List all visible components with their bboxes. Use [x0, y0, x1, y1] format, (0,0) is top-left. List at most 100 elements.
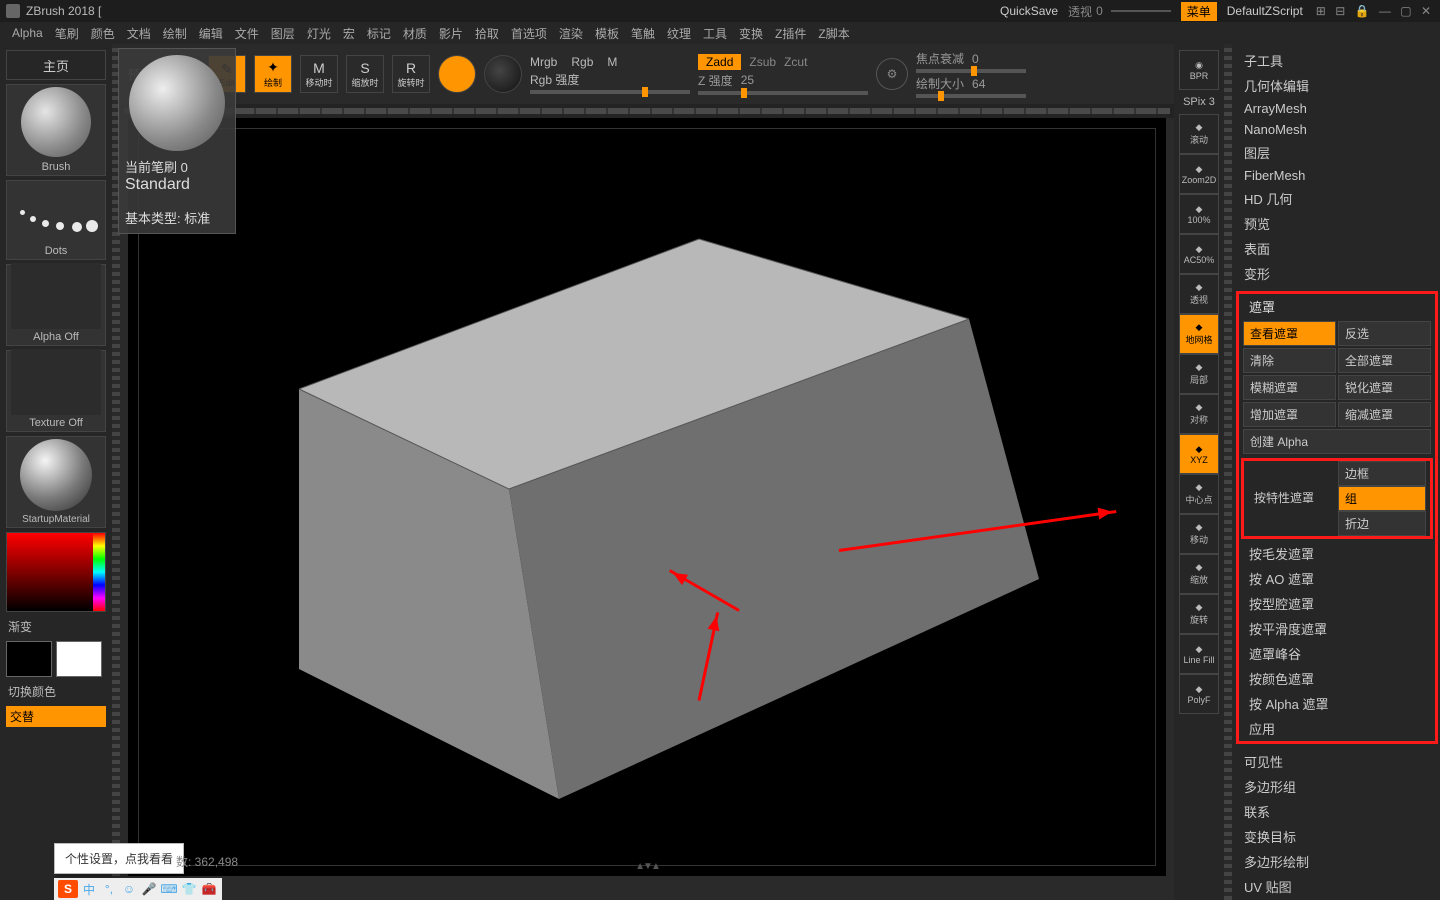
palette-ArrayMesh[interactable]: ArrayMesh — [1234, 98, 1440, 119]
rtool-中心点[interactable]: ◆中心点 — [1179, 474, 1219, 514]
mask-按 AO 遮罩[interactable]: 按 AO 遮罩 — [1239, 566, 1435, 591]
mask-按 Alpha 遮罩[interactable]: 按 Alpha 遮罩 — [1239, 691, 1435, 716]
menu-文件[interactable]: 文件 — [235, 25, 259, 42]
layout-icon[interactable]: ⊞ — [1316, 4, 1326, 18]
mask-应用[interactable]: 应用 — [1239, 716, 1435, 741]
dynamesh-button[interactable] — [484, 55, 522, 93]
palette-几何体编辑[interactable]: 几何体编辑 — [1234, 73, 1440, 98]
swatch-white[interactable] — [56, 641, 102, 677]
alternate-button[interactable]: 交替 — [6, 706, 106, 727]
m-toggle[interactable]: M — [607, 55, 617, 69]
palette-预览[interactable]: 预览 — [1234, 211, 1440, 236]
palette-变换目标[interactable]: 变换目标 — [1234, 824, 1440, 849]
history-timeline[interactable] — [120, 104, 1174, 118]
rtool-地网格[interactable]: ◆地网格 — [1179, 314, 1219, 354]
menu-模板[interactable]: 模板 — [595, 25, 619, 42]
palette-NanoMesh[interactable]: NanoMesh — [1234, 119, 1440, 140]
menu-材质[interactable]: 材质 — [403, 25, 427, 42]
menu-笔刷[interactable]: 笔刷 — [55, 25, 79, 42]
rgb-intensity-slider[interactable] — [530, 90, 690, 94]
menu-Alpha[interactable]: Alpha — [12, 26, 43, 40]
ime-emoji-icon[interactable]: ☺ — [120, 880, 138, 898]
mrgb-toggle[interactable]: Mrgb — [530, 55, 557, 69]
rtool-Line Fill[interactable]: ◆Line Fill — [1179, 634, 1219, 674]
gradient-label[interactable]: 渐变 — [6, 616, 106, 637]
layout2-icon[interactable]: ⊟ — [1335, 4, 1345, 18]
perspective-slider[interactable] — [1111, 10, 1171, 12]
menu-变换[interactable]: 变换 — [739, 25, 763, 42]
menu-标记[interactable]: 标记 — [367, 25, 391, 42]
rtool-旋转[interactable]: ◆旋转 — [1179, 594, 1219, 634]
ime-keyboard-icon[interactable]: ⌨ — [160, 880, 178, 898]
lock-icon[interactable]: 🔒 — [1355, 4, 1370, 18]
mask-按型腔遮罩[interactable]: 按型腔遮罩 — [1239, 591, 1435, 616]
lazy-mouse-icon[interactable]: ⚙ — [876, 58, 908, 90]
scale-gizmo-button[interactable]: S缩放时 — [346, 55, 384, 93]
rtool-PolyF[interactable]: ◆PolyF — [1179, 674, 1219, 714]
rtool-透视[interactable]: ◆透视 — [1179, 274, 1219, 314]
palette-HD 几何[interactable]: HD 几何 — [1234, 186, 1440, 211]
texture-thumbnail[interactable]: Texture Off — [6, 350, 106, 432]
menu-Z脚本[interactable]: Z脚本 — [818, 25, 849, 42]
palette-变形[interactable]: 变形 — [1234, 261, 1440, 286]
swap-color-label[interactable]: 切换颜色 — [6, 681, 106, 702]
menu-影片[interactable]: 影片 — [439, 25, 463, 42]
ime-toolbar[interactable]: S 中 °, ☺ 🎤 ⌨ 👕 🧰 — [54, 878, 222, 900]
alpha-thumbnail[interactable]: Alpha Off — [6, 264, 106, 346]
menu-笔触[interactable]: 笔触 — [631, 25, 655, 42]
rtool-AC50%[interactable]: ◆AC50% — [1179, 234, 1219, 274]
focal-shift-slider[interactable] — [916, 69, 1026, 73]
ime-punct-icon[interactable]: °, — [100, 880, 118, 898]
menu-拾取[interactable]: 拾取 — [475, 25, 499, 42]
ime-skin-icon[interactable]: 👕 — [180, 880, 198, 898]
menu-纹理[interactable]: 纹理 — [667, 25, 691, 42]
default-zscript-button[interactable]: DefaultZScript — [1227, 4, 1303, 18]
mask-feature-border[interactable]: 边框 — [1338, 461, 1426, 486]
viewport[interactable] — [138, 128, 1156, 866]
menu-渲染[interactable]: 渲染 — [559, 25, 583, 42]
menu-绘制[interactable]: 绘制 — [163, 25, 187, 42]
stroke-thumbnail[interactable]: Dots — [6, 180, 106, 260]
mask-清除[interactable]: 清除 — [1243, 348, 1336, 373]
move-gizmo-button[interactable]: M移动时 — [300, 55, 338, 93]
rtool-Zoom2D[interactable]: ◆Zoom2D — [1179, 154, 1219, 194]
palette-联系[interactable]: 联系 — [1234, 799, 1440, 824]
draw-button[interactable]: ✦绘制 — [254, 55, 292, 93]
rtool-局部[interactable]: ◆局部 — [1179, 354, 1219, 394]
close-icon[interactable]: ✕ — [1421, 4, 1431, 18]
menu-编辑[interactable]: 编辑 — [199, 25, 223, 42]
spix-label[interactable]: SPix 3 — [1183, 96, 1215, 108]
zcut-button[interactable]: Zcut — [784, 55, 807, 69]
mask-模糊遮罩[interactable]: 模糊遮罩 — [1243, 375, 1336, 400]
settings-popup[interactable]: 个性设置，点我看看 — [54, 843, 184, 874]
rtool-XYZ[interactable]: ◆XYZ — [1179, 434, 1219, 474]
rtool-100%[interactable]: ◆100% — [1179, 194, 1219, 234]
menu-工具[interactable]: 工具 — [703, 25, 727, 42]
quicksave-button[interactable]: QuickSave — [1000, 4, 1058, 18]
bpr-button[interactable]: ◉BPR — [1179, 50, 1219, 90]
palette-可见性[interactable]: 可见性 — [1234, 749, 1440, 774]
sculptris-button[interactable] — [438, 55, 476, 93]
menu-宏[interactable]: 宏 — [343, 25, 355, 42]
mask-增加遮罩[interactable]: 增加遮罩 — [1243, 402, 1336, 427]
menu-button[interactable]: 菜单 — [1181, 2, 1217, 21]
mask-create-alpha[interactable]: 创建 Alpha — [1243, 429, 1431, 454]
mask-反选[interactable]: 反选 — [1338, 321, 1431, 346]
mask-查看遮罩[interactable]: 查看遮罩 — [1243, 321, 1336, 346]
zsub-button[interactable]: Zsub — [749, 55, 776, 69]
mask-按平滑度遮罩[interactable]: 按平滑度遮罩 — [1239, 616, 1435, 641]
palette-FiberMesh[interactable]: FiberMesh — [1234, 165, 1440, 186]
rotate-gizmo-button[interactable]: R旋转时 — [392, 55, 430, 93]
ime-toolbox-icon[interactable]: 🧰 — [200, 880, 218, 898]
mask-feature-crease[interactable]: 折边 — [1338, 511, 1426, 536]
mask-全部遮罩[interactable]: 全部遮罩 — [1338, 348, 1431, 373]
mask-锐化遮罩[interactable]: 锐化遮罩 — [1338, 375, 1431, 400]
palette-子工具[interactable]: 子工具 — [1234, 48, 1440, 73]
menu-灯光[interactable]: 灯光 — [307, 25, 331, 42]
draw-size-slider[interactable] — [916, 94, 1026, 98]
mask-缩减遮罩[interactable]: 缩减遮罩 — [1338, 402, 1431, 427]
menu-颜色[interactable]: 颜色 — [91, 25, 115, 42]
rtool-对称[interactable]: ◆对称 — [1179, 394, 1219, 434]
palette-表面[interactable]: 表面 — [1234, 236, 1440, 261]
mask-feature-group[interactable]: 组 — [1338, 486, 1426, 511]
